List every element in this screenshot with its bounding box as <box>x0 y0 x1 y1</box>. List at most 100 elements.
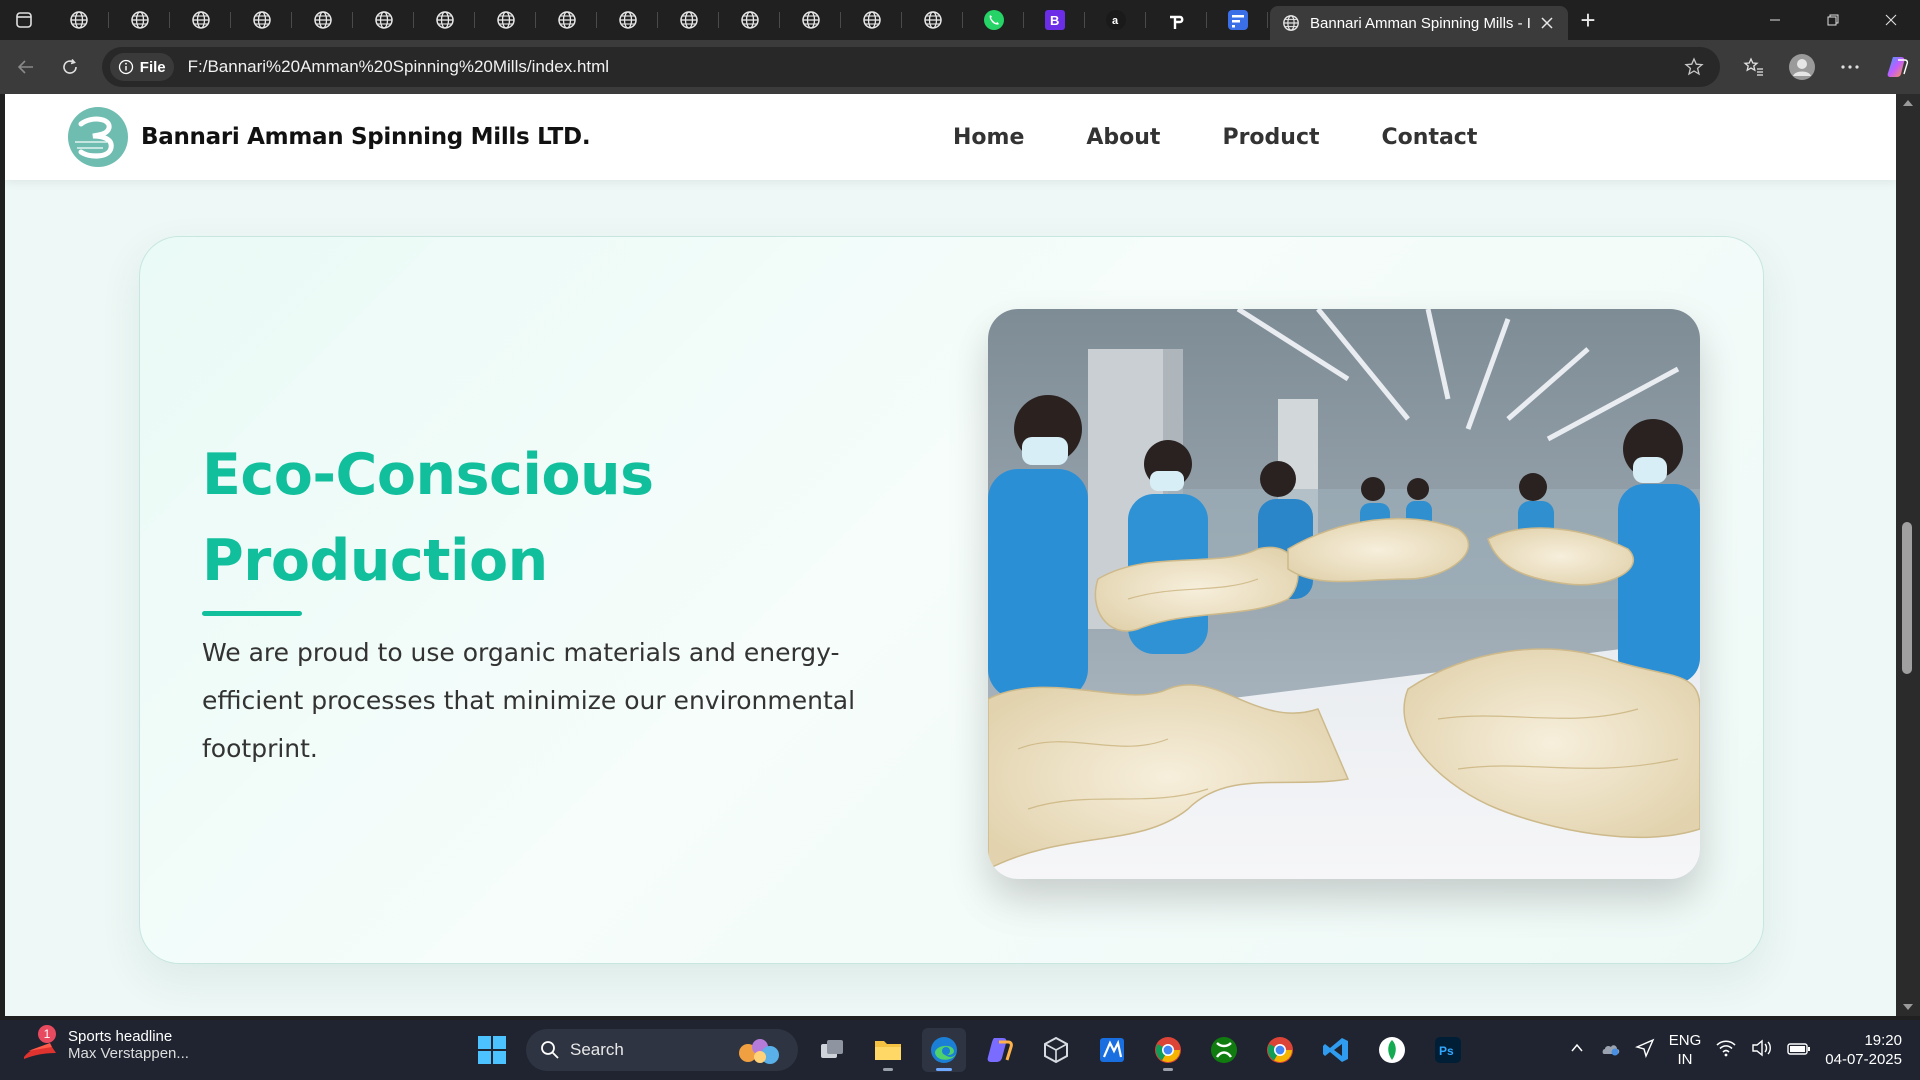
back-arrow-icon <box>17 60 33 74</box>
volume-icon[interactable] <box>1751 1039 1773 1061</box>
taskbar-search[interactable]: Search <box>526 1029 798 1071</box>
close-window-button[interactable] <box>1862 0 1920 40</box>
pinned-tab-forms-app-20[interactable] <box>1207 0 1268 40</box>
chrome-icon <box>1155 1037 1181 1063</box>
pinned-tab-globe-5[interactable] <box>292 0 353 40</box>
nav-product-link[interactable]: Product <box>1222 125 1319 150</box>
svg-text:a: a <box>1112 15 1119 27</box>
unity-hub-button[interactable] <box>1034 1028 1078 1072</box>
task-view-icon <box>821 1040 843 1058</box>
wifi-icon[interactable] <box>1715 1039 1737 1061</box>
favorites-icon <box>1743 57 1763 76</box>
pinned-tab-globe-15[interactable] <box>902 0 963 40</box>
photoshop-button[interactable]: Ps <box>1426 1028 1470 1072</box>
widget-text: Sports headline Max Verstappen... <box>68 1028 189 1062</box>
refresh-button[interactable] <box>48 47 92 87</box>
pinned-tab-globe-2[interactable] <box>109 0 170 40</box>
pinned-tab-globe-11[interactable] <box>658 0 719 40</box>
onedrive-icon[interactable] <box>1599 1039 1621 1061</box>
clock[interactable]: 19:20 04-07-2025 <box>1825 1031 1902 1069</box>
pinned-tab-globe-1[interactable] <box>48 0 109 40</box>
copilot-app-button[interactable] <box>978 1028 1022 1072</box>
nav-contact-link[interactable]: Contact <box>1382 125 1478 150</box>
profile-button[interactable] <box>1780 47 1824 87</box>
app-m-button[interactable] <box>1090 1028 1134 1072</box>
minimize-icon <box>1770 19 1780 21</box>
page-viewport: Bannari Amman Spinning Mills LTD. Home A… <box>5 94 1896 1016</box>
site-info-chip[interactable]: File <box>109 53 174 81</box>
pinned-tab-globe-7[interactable] <box>414 0 475 40</box>
nav-home-link[interactable]: Home <box>953 125 1024 150</box>
pinned-tab-globe-10[interactable] <box>597 0 658 40</box>
title-underline <box>202 611 302 616</box>
edge-icon <box>931 1037 957 1063</box>
scroll-up-icon[interactable] <box>1896 96 1920 110</box>
url-text[interactable]: F:/Bannari%20Amman%20Spinning%20Mills/in… <box>188 57 1676 77</box>
forms-app-icon <box>1227 9 1249 31</box>
page-scrollbar[interactable] <box>1896 94 1920 1016</box>
copilot-button[interactable] <box>1876 47 1920 87</box>
restore-button[interactable] <box>1804 0 1862 40</box>
location-arrow-icon[interactable] <box>1634 1038 1655 1062</box>
mongodb-compass-button[interactable] <box>1370 1028 1414 1072</box>
close-tab-icon[interactable] <box>1536 12 1558 34</box>
more-dots-icon <box>1841 65 1859 69</box>
chevron-up-icon[interactable] <box>1569 1040 1585 1060</box>
chrome-profile-button[interactable] <box>1258 1028 1302 1072</box>
pinned-tab-globe-3[interactable] <box>170 0 231 40</box>
pinned-tab-globe-14[interactable] <box>841 0 902 40</box>
active-tab[interactable]: Bannari Amman Spinning Mills - I <box>1270 6 1568 40</box>
search-highlight-icon <box>739 1039 779 1064</box>
pinned-tab-a-app-18[interactable]: a <box>1085 0 1146 40</box>
company-logo[interactable] <box>67 106 129 168</box>
vscode-button[interactable] <box>1314 1028 1358 1072</box>
refresh-icon <box>63 58 77 74</box>
start-button[interactable] <box>470 1028 514 1072</box>
copilot-icon <box>1887 57 1909 77</box>
chrome-alt-icon <box>1267 1037 1293 1063</box>
task-view-button[interactable] <box>810 1028 854 1072</box>
nav-about-link[interactable]: About <box>1086 125 1160 150</box>
more-menu-button[interactable] <box>1828 47 1872 87</box>
pinned-tab-globe-13[interactable] <box>780 0 841 40</box>
feature-description: We are proud to use organic materials an… <box>202 638 856 763</box>
region-code: IN <box>1677 1051 1693 1068</box>
pinned-tab-whatsapp-16[interactable] <box>963 0 1024 40</box>
brand-name[interactable]: Bannari Amman Spinning Mills LTD. <box>141 124 591 150</box>
globe-icon <box>618 10 638 30</box>
p-app-icon <box>1166 9 1188 31</box>
pinned-tab-globe-12[interactable] <box>719 0 780 40</box>
site-header: Bannari Amman Spinning Mills LTD. Home A… <box>5 94 1896 180</box>
pinned-tabs: Ba <box>48 0 1268 40</box>
favorite-star-icon[interactable] <box>1676 49 1712 85</box>
address-bar[interactable]: File F:/Bannari%20Amman%20Spinning%20Mil… <box>101 47 1720 87</box>
language-indicator[interactable]: ENG IN <box>1669 1031 1702 1069</box>
svg-text:Ps: Ps <box>1439 1044 1454 1058</box>
file-explorer-button[interactable] <box>866 1028 910 1072</box>
browser-toolbar: File F:/Bannari%20Amman%20Spinning%20Mil… <box>0 40 1920 94</box>
pinned-tab-globe-6[interactable] <box>353 0 414 40</box>
xbox-button[interactable] <box>1202 1028 1246 1072</box>
pinned-tab-b-app-17[interactable]: B <box>1024 0 1085 40</box>
pinned-tab-p-app-19[interactable] <box>1146 0 1207 40</box>
news-widget[interactable]: 1 Sports headline Max Verstappen... <box>22 1025 189 1063</box>
chrome-button[interactable] <box>1146 1028 1190 1072</box>
pinned-tab-globe-8[interactable] <box>475 0 536 40</box>
minimize-button[interactable] <box>1746 0 1804 40</box>
scroll-down-icon[interactable] <box>1896 1000 1920 1014</box>
tab-actions-button[interactable] <box>0 0 48 40</box>
pinned-tab-globe-4[interactable] <box>231 0 292 40</box>
scroll-thumb[interactable] <box>1902 522 1912 674</box>
widget-title: Sports headline <box>68 1028 173 1045</box>
new-tab-button[interactable]: + <box>1568 0 1608 40</box>
system-tray: ENG IN 19:20 04-07-2025 <box>1569 1022 1902 1078</box>
battery-icon[interactable] <box>1787 1041 1811 1060</box>
pinned-tab-globe-9[interactable] <box>536 0 597 40</box>
window-controls <box>1746 0 1920 40</box>
favorites-button[interactable] <box>1732 47 1776 87</box>
edge-browser-button[interactable] <box>922 1028 966 1072</box>
back-button[interactable] <box>4 47 48 87</box>
active-tab-title: Bannari Amman Spinning Mills - I <box>1310 14 1531 32</box>
globe-icon <box>313 10 333 30</box>
search-label: Search <box>570 1040 624 1059</box>
